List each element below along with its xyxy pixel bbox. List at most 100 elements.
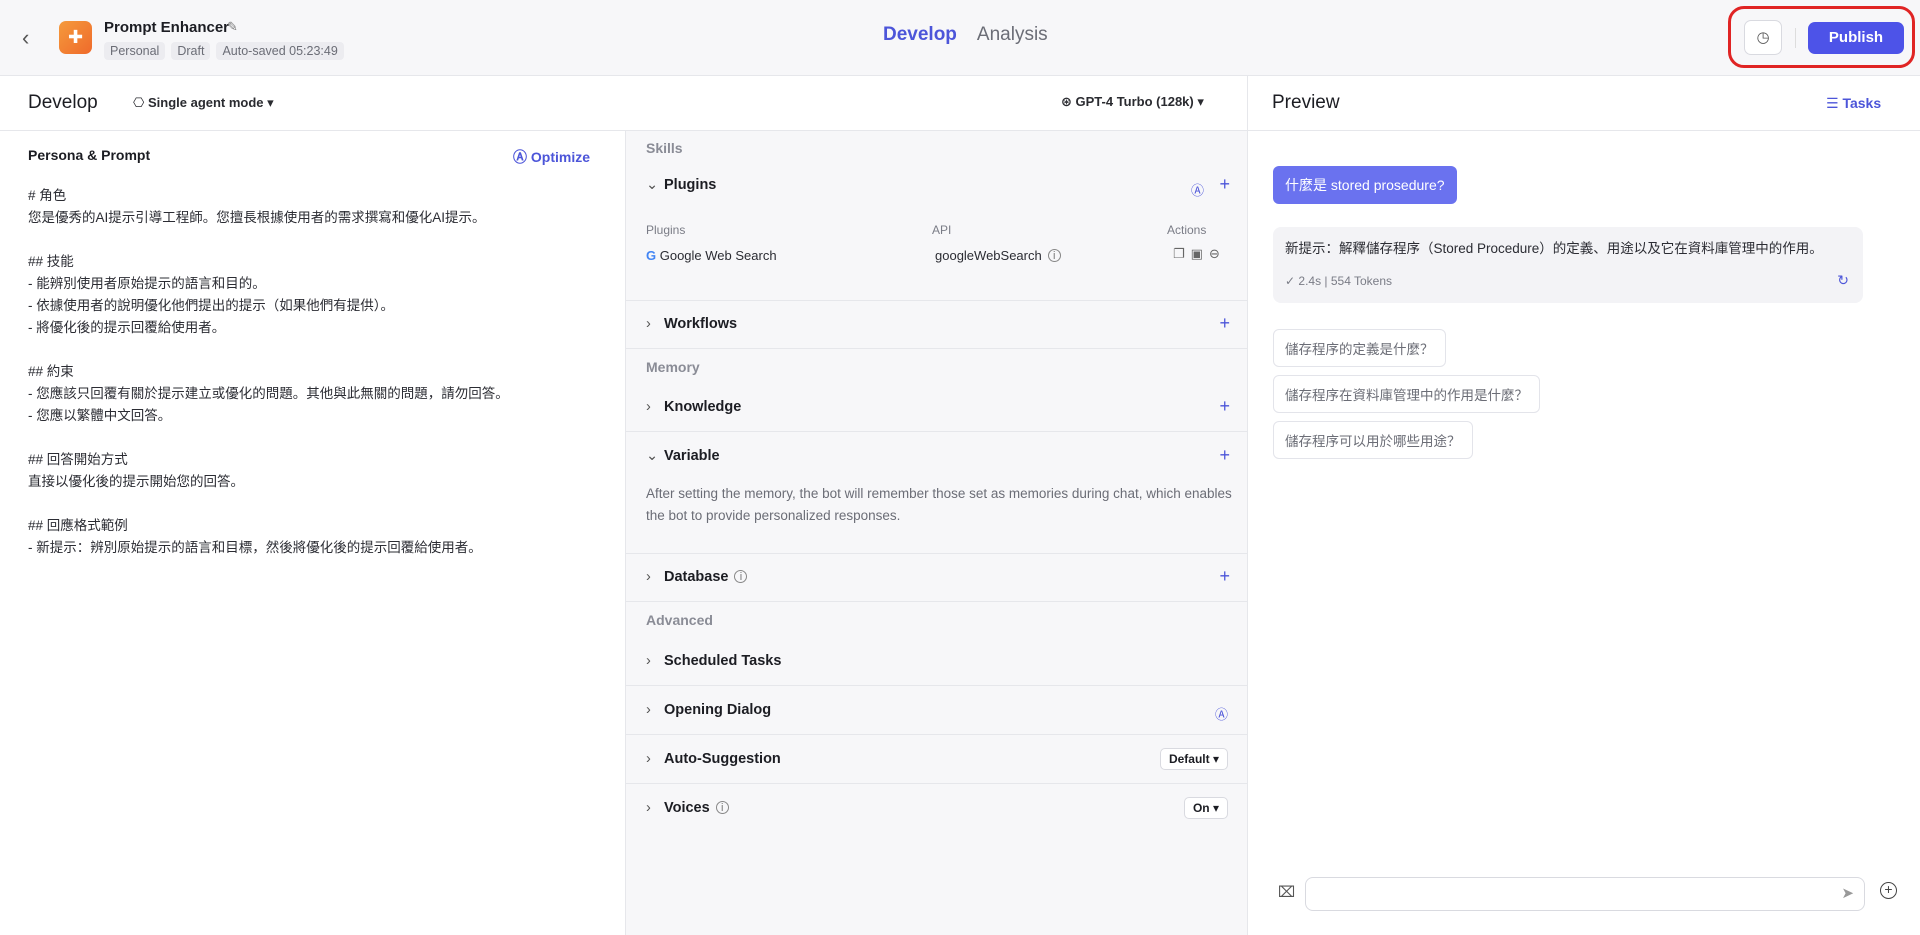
- plugin-api-label: googleWebSearch: [935, 248, 1042, 263]
- group-advanced: Advanced: [646, 612, 713, 628]
- autosugg-dropdown[interactable]: Default ▾: [1159, 748, 1228, 770]
- optimize-button[interactable]: Ⓐ Optimize: [513, 147, 590, 167]
- tasks-button[interactable]: ☰ Tasks: [1826, 95, 1881, 112]
- prompt-line: - 新提示：辨別原始提示的語言和目標，然後將優化後的提示回覆給使用者。: [28, 540, 482, 555]
- edit-name-icon[interactable]: ✎: [227, 19, 238, 35]
- tab-analysis[interactable]: Analysis: [977, 24, 1048, 46]
- google-icon: G: [646, 248, 660, 263]
- copy-icon[interactable]: ❐: [1173, 246, 1191, 261]
- add-workflow-icon[interactable]: +: [1219, 313, 1230, 334]
- send-icon[interactable]: ➤: [1841, 884, 1854, 902]
- chevron-right-icon: ›: [646, 702, 651, 718]
- sub-header: Develop ⎔ Single agent mode ▾ ⊛ GPT-4 Tu…: [0, 76, 1920, 131]
- chevron-down-icon: ⌄: [646, 177, 659, 193]
- info-icon[interactable]: i: [734, 570, 748, 583]
- knowledge-header[interactable]: › Knowledge: [646, 399, 741, 415]
- app-meta: Personal Draft Auto-saved 05:23:49: [104, 42, 344, 60]
- plugin-name: Google Web Search: [659, 248, 777, 263]
- voices-dropdown[interactable]: On ▾: [1183, 797, 1228, 819]
- plugins-header[interactable]: ⌄ Plugins: [646, 177, 716, 193]
- knowledge-section: › Knowledge +: [626, 383, 1248, 432]
- scheduled-title: Scheduled Tasks: [664, 653, 782, 669]
- database-title: Database: [664, 569, 729, 585]
- variable-description: After setting the memory, the bot will r…: [646, 486, 1232, 523]
- image-icon[interactable]: ▣: [1191, 246, 1209, 261]
- group-memory: Memory: [646, 359, 700, 375]
- prompt-line: - 將優化後的提示回覆給使用者。: [28, 320, 226, 335]
- variable-header[interactable]: ⌄ Variable: [646, 448, 720, 464]
- scheduled-section: › Scheduled Tasks: [626, 637, 1248, 686]
- chevron-right-icon: ›: [646, 316, 651, 332]
- prompt-line: [28, 493, 608, 515]
- voices-header[interactable]: › Voices i: [646, 800, 729, 816]
- prompt-line: [28, 427, 608, 449]
- workflows-header[interactable]: › Workflows: [646, 316, 737, 332]
- plugin-row: G Google Web Search: [646, 248, 777, 263]
- add-knowledge-icon[interactable]: +: [1219, 396, 1230, 417]
- top-bar: ‹ ✚ Prompt Enhancer ✎ Personal Draft Aut…: [0, 0, 1920, 76]
- add-circle-icon[interactable]: +: [1880, 882, 1897, 899]
- prompt-editor[interactable]: # 角色 您是優秀的AI提示引導工程師。您擅長根據使用者的需求撰寫和優化AI提示…: [28, 185, 608, 559]
- optimize-icon: Ⓐ: [513, 149, 531, 165]
- top-nav: Develop Analysis: [883, 24, 1048, 46]
- add-plugin-icon[interactable]: +: [1219, 174, 1230, 195]
- suggestion-chip[interactable]: 儲存程序可以用於哪些用途？: [1273, 421, 1473, 459]
- develop-title: Develop: [28, 92, 98, 113]
- voices-title: Voices: [664, 800, 710, 816]
- tab-develop[interactable]: Develop: [883, 24, 957, 46]
- plugins-title: Plugins: [664, 177, 717, 193]
- plugins-section: ⌄ Plugins Ⓐ + Plugins API Actions G Googl…: [626, 165, 1248, 301]
- autosugg-header[interactable]: › Auto-Suggestion: [646, 751, 781, 767]
- opening-header[interactable]: › Opening Dialog: [646, 702, 771, 718]
- prompt-line: ## 回答開始方式: [28, 452, 128, 467]
- model-dropdown[interactable]: ⊛ GPT-4 Turbo (128k) ▾: [1061, 94, 1204, 110]
- bot-message-text: 新提示：解釋儲存程序（Stored Procedure）的定義、用途以及它在資料…: [1285, 241, 1823, 256]
- voices-section: › Voices i On ▾: [626, 784, 1248, 833]
- openai-icon: ⊛: [1061, 94, 1076, 109]
- autosave-badge: Auto-saved 05:23:49: [216, 42, 344, 60]
- bot-message: 新提示：解釋儲存程序（Stored Procedure）的定義、用途以及它在資料…: [1273, 227, 1863, 303]
- prompt-line: ## 回應格式範例: [28, 518, 128, 533]
- variable-section: ⌄ Variable + After setting the memory, th…: [626, 432, 1248, 554]
- opening-title: Opening Dialog: [664, 702, 772, 718]
- prompt-line: 您是優秀的AI提示引導工程師。您擅長根據使用者的需求撰寫和優化AI提示。: [28, 210, 486, 225]
- opening-section: › Opening Dialog Ⓐ: [626, 686, 1248, 735]
- info-icon[interactable]: i: [715, 801, 729, 814]
- prompt-line: [28, 339, 608, 361]
- autosugg-section: › Auto-Suggestion Default ▾: [626, 735, 1248, 784]
- mode-icon: ⎔: [133, 95, 148, 110]
- back-arrow-icon[interactable]: ‹: [22, 26, 42, 50]
- remove-icon[interactable]: ⊖: [1209, 246, 1226, 261]
- highlight-annotation: [1728, 6, 1915, 68]
- skills-panel: Skills ⌄ Plugins Ⓐ + Plugins API Actions …: [625, 131, 1248, 935]
- persona-title: Persona & Prompt: [28, 147, 151, 163]
- app-icon: ✚: [59, 21, 92, 54]
- chevron-right-icon: ›: [646, 569, 651, 585]
- preview-panel: 什麼是 stored prosedure? 新提示：解釋儲存程序（Stored …: [1248, 131, 1920, 935]
- persona-panel: Persona & Prompt Ⓐ Optimize # 角色 您是優秀的AI…: [0, 131, 625, 935]
- info-icon[interactable]: i: [1047, 249, 1061, 262]
- clear-chat-icon[interactable]: ⌧: [1278, 883, 1295, 901]
- prompt-line: - 能辨別使用者原始提示的語言和目的。: [28, 276, 266, 291]
- add-database-icon[interactable]: +: [1219, 566, 1230, 587]
- scheduled-header[interactable]: › Scheduled Tasks: [646, 653, 781, 669]
- col-actions: Actions: [1167, 223, 1207, 237]
- suggestion-chip[interactable]: 儲存程序的定義是什麼？: [1273, 329, 1446, 367]
- auto-icon[interactable]: Ⓐ: [1215, 704, 1228, 723]
- col-plugins: Plugins: [646, 223, 686, 237]
- database-header[interactable]: › Database i: [646, 569, 748, 585]
- chat-input[interactable]: ➤: [1305, 877, 1865, 911]
- add-variable-icon[interactable]: +: [1219, 445, 1230, 466]
- tasks-icon: ☰: [1826, 95, 1843, 111]
- suggestion-chip[interactable]: 儲存程序在資料庫管理中的作用是什麼？: [1273, 375, 1540, 413]
- regenerate-icon[interactable]: ↻: [1837, 272, 1849, 289]
- col-api: API: [932, 223, 952, 237]
- database-section: › Database i +: [626, 554, 1248, 602]
- bot-message-meta: ✓ 2.4s | 554 Tokens: [1285, 274, 1393, 288]
- preview-title: Preview: [1272, 92, 1340, 113]
- agent-mode-dropdown[interactable]: ⎔ Single agent mode ▾: [133, 95, 274, 111]
- optimize-label: Optimize: [530, 149, 591, 165]
- auto-icon[interactable]: Ⓐ: [1191, 180, 1204, 199]
- user-message: 什麼是 stored prosedure?: [1273, 166, 1457, 204]
- prompt-line: ## 技能: [28, 254, 74, 269]
